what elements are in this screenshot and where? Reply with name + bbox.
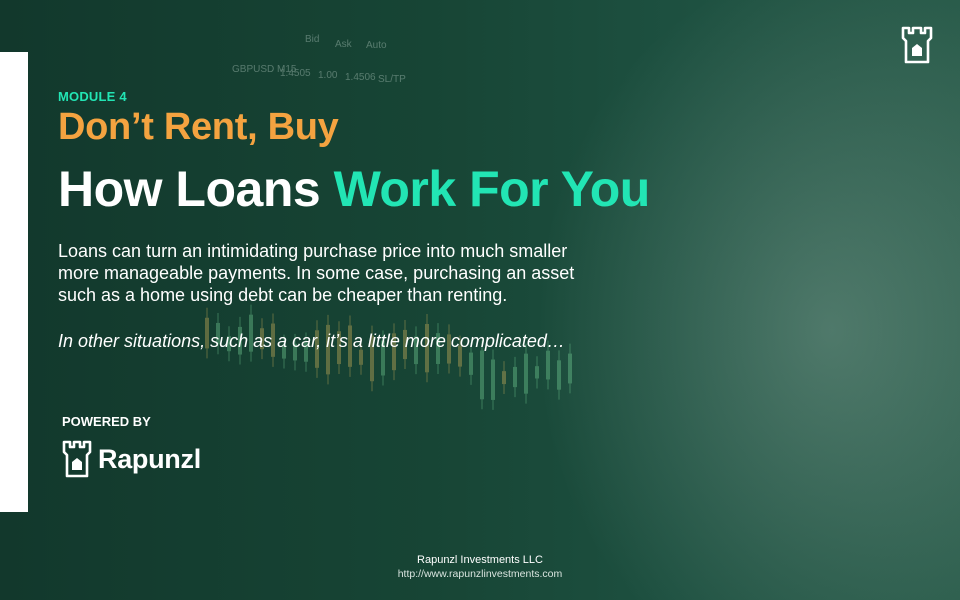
candle-body [480,350,484,400]
candle-body [359,349,363,365]
candle-body [535,366,539,379]
footer: Rapunzl Investments LLC http://www.rapun… [380,553,580,581]
ticker-label: SL/TP [378,74,406,85]
slide-title: How Loans Work For You [58,160,650,218]
ticker-toolbar: Bid Ask Auto GBPUSD M15 1.4505 1.00 1.45… [232,34,406,85]
candle-body [546,350,550,380]
slide-subtitle: Don’t Rent, Buy [58,106,339,148]
module-label: MODULE 4 [58,89,127,104]
title-green-part: Work For You [333,161,651,217]
paragraph-line: Loans can turn an intimidating purchase … [58,241,568,261]
description-paragraph: Loans can turn an intimidating purchase … [58,240,698,306]
candle-body [502,371,506,385]
candle-body [524,353,528,394]
slide-canvas: Bid Ask Auto GBPUSD M15 1.4505 1.00 1.45… [0,0,960,600]
rapunzl-tower-icon [62,440,92,478]
ticker-label: 1.4505 [280,68,311,79]
candle-body [557,360,561,390]
rapunzl-brand-logo: Rapunzl [62,438,201,480]
candle-body [491,359,495,400]
candle-body [513,366,517,388]
footer-company: Rapunzl Investments LLC [417,554,543,566]
title-white-part: How Loans [58,161,321,217]
paragraph-line: such as a home using debt can be cheaper… [58,285,508,305]
ticker-label: 1.00 [318,70,338,81]
candle-body [568,353,572,384]
italic-note: In other situations, such as a car, it’s… [58,331,565,351]
brand-name: Rapunzl [98,443,201,474]
candlesticks [205,304,572,410]
ticker-label: Ask [335,39,353,50]
candle-body [469,352,473,375]
powered-by-label: POWERED BY [62,414,151,429]
left-accent-bar [0,52,28,512]
rapunzl-tower-icon [901,26,933,64]
ticker-label: Bid [305,34,319,45]
ticker-label: Auto [366,40,387,51]
paragraph-line: more manageable payments. In some case, … [58,263,575,283]
footer-url-link[interactable]: http://www.rapunzlinvestments.com [380,567,580,581]
ticker-label: 1.4506 [345,72,376,83]
